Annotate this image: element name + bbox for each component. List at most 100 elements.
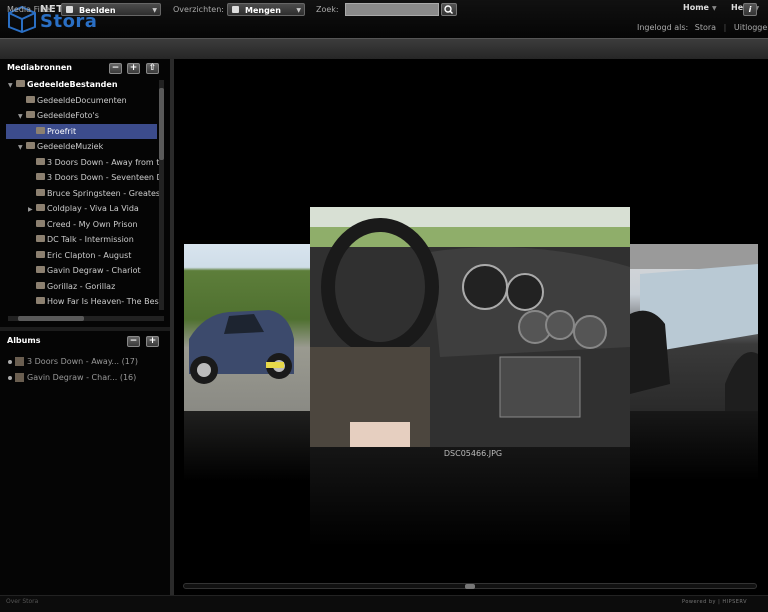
- chevron-down-icon: ▼: [296, 7, 301, 14]
- photo-thumbnail-car-exterior[interactable]: [184, 244, 310, 411]
- image-icon: [66, 6, 73, 13]
- search-label: Zoek:: [316, 5, 339, 14]
- folder-icon: [36, 297, 45, 304]
- remove-source-button[interactable]: −: [109, 63, 122, 74]
- collapse-icon[interactable]: ▼: [8, 78, 16, 93]
- folder-icon: [36, 126, 45, 134]
- logout-link[interactable]: Uitloggen: [734, 23, 768, 32]
- folder-icon: [36, 250, 45, 258]
- app-footer: [0, 595, 768, 612]
- nav-home-menu[interactable]: Home ▼: [683, 3, 717, 12]
- logged-in-label: Ingelogd als:: [637, 23, 689, 32]
- folder-icon: [36, 173, 45, 180]
- search-button[interactable]: [441, 3, 457, 16]
- tree-horizontal-scroll-thumb[interactable]: [18, 316, 84, 321]
- tree-vertical-scroll-thumb[interactable]: [159, 88, 164, 160]
- folder-icon: [26, 95, 35, 103]
- tree-item-label: Eric Clapton - August: [47, 250, 132, 260]
- add-album-button[interactable]: +: [146, 336, 159, 347]
- overviews-value: Mengen: [245, 6, 281, 15]
- album-item[interactable]: 3 Doors Down - Away... (17): [8, 355, 138, 369]
- photo-current-dashboard[interactable]: [310, 207, 630, 447]
- add-source-button[interactable]: +: [127, 63, 140, 74]
- tree-item[interactable]: GedeeldeDocumenten: [0, 93, 164, 108]
- viewer-scroll-thumb[interactable]: [465, 584, 475, 589]
- media-sources-tree: ▼ GedeeldeBestanden GedeeldeDocumenten ▼ Ged…: [0, 77, 164, 313]
- tree-item-label: Gorillaz - Gorillaz: [47, 281, 116, 291]
- photo-viewer: [174, 59, 768, 595]
- tree-item-label: GedeeldeMuziek: [37, 142, 104, 151]
- tree-item[interactable]: Eric Clapton - August: [0, 248, 164, 263]
- folder-icon: [26, 142, 35, 149]
- photo-thumbnail-car-interior[interactable]: [630, 244, 758, 411]
- tree-item[interactable]: Gorillaz - Gorillaz: [0, 279, 164, 294]
- media-filter-value: Beelden: [79, 6, 116, 15]
- folder-icon: [26, 111, 35, 118]
- bullet-icon: [8, 375, 12, 380]
- tree-item[interactable]: ▼ GedeeldeBestanden: [0, 77, 164, 92]
- album-item[interactable]: Gavin Degraw - Char... (16): [8, 371, 136, 385]
- photo-reflection: [184, 411, 310, 481]
- overviews-select[interactable]: Mengen ▼: [227, 3, 305, 16]
- tree-item-label: How Far Is Heaven- The Best of: [47, 297, 164, 306]
- remove-album-button[interactable]: −: [127, 336, 140, 347]
- search-input[interactable]: [345, 3, 439, 16]
- folder-icon: [36, 188, 45, 196]
- tree-item-label: 3 Doors Down - Seventeen Day: [47, 173, 164, 182]
- photo-reflection: [630, 411, 758, 481]
- tree-item[interactable]: Gavin Degraw - Chariot: [0, 263, 164, 278]
- folder-icon: [36, 204, 45, 211]
- info-button[interactable]: i: [743, 3, 757, 16]
- tree-item-label: Coldplay - Viva La Vida: [47, 204, 139, 213]
- tree-item[interactable]: ▼ GedeeldeFoto's: [0, 108, 164, 123]
- tree-item-label: 3 Doors Down - Away from the S: [47, 157, 164, 167]
- album-icon: [15, 357, 24, 366]
- folder-icon: [36, 157, 45, 165]
- tree-item-label: Creed - My Own Prison: [47, 219, 138, 229]
- albums-title: Albums: [7, 336, 41, 345]
- tree-item[interactable]: 3 Doors Down - Away from the S: [0, 155, 164, 170]
- tree-item[interactable]: Proefrit: [6, 123, 157, 139]
- media-filter-label: Media Filter:: [7, 5, 56, 14]
- tree-item-label: DC Talk - Intermission: [47, 235, 134, 244]
- tree-item[interactable]: 3 Doors Down - Seventeen Day: [0, 170, 164, 185]
- tree-item[interactable]: ▶ Coldplay - Viva La Vida: [0, 201, 164, 216]
- chevron-down-icon: ▼: [711, 5, 717, 12]
- media-sources-title: Mediabronnen: [7, 63, 72, 72]
- toolbar: [0, 38, 768, 60]
- tree-item-label: GedeeldeBestanden: [27, 80, 118, 89]
- tree-item-label: Bruce Springsteen - Greatest H: [47, 188, 164, 198]
- tree-item-label: GedeeldeDocumenten: [37, 95, 127, 105]
- overviews-label: Overzichten:: [173, 5, 224, 14]
- expand-icon[interactable]: ▶: [28, 202, 36, 217]
- album-label: Gavin Degraw - Char...: [27, 373, 118, 382]
- album-count: (16): [119, 373, 137, 382]
- tree-item[interactable]: Creed - My Own Prison: [0, 217, 164, 232]
- folder-icon: [36, 235, 45, 242]
- album-label: 3 Doors Down - Away...: [27, 357, 120, 366]
- folder-icon: [36, 281, 45, 289]
- tree-item[interactable]: Bruce Springsteen - Greatest H: [0, 186, 164, 201]
- tree-item-label: GedeeldeFoto's: [37, 111, 99, 120]
- nav-home-label: Home: [683, 3, 709, 12]
- upload-button[interactable]: ⇧: [146, 63, 159, 74]
- sidebar-divider[interactable]: [0, 327, 170, 331]
- search-icon: [444, 5, 453, 14]
- bullet-icon: [8, 359, 12, 364]
- collapse-icon[interactable]: ▼: [18, 109, 26, 124]
- collapse-icon[interactable]: ▼: [18, 140, 26, 155]
- tree-item[interactable]: ▼ GedeeldeMuziek: [0, 139, 164, 154]
- folder-icon: [36, 266, 45, 273]
- chevron-down-icon: ▼: [152, 7, 157, 14]
- tree-item[interactable]: How Far Is Heaven- The Best of: [0, 294, 164, 309]
- username: Stora: [694, 23, 717, 32]
- mixed-view-icon: [232, 6, 239, 13]
- media-filter-select[interactable]: Beelden ▼: [61, 3, 161, 16]
- tree-item[interactable]: DC Talk - Intermission: [0, 232, 164, 247]
- folder-icon: [36, 219, 45, 227]
- about-link[interactable]: Over Stora: [6, 598, 38, 605]
- tree-item-label: Gavin Degraw - Chariot: [47, 266, 141, 275]
- photo-caption: DSC05466.JPG: [443, 449, 503, 458]
- tree-item-label: Proefrit: [47, 126, 77, 136]
- user-line: Ingelogd als: Stora | Uitloggen: [637, 23, 768, 32]
